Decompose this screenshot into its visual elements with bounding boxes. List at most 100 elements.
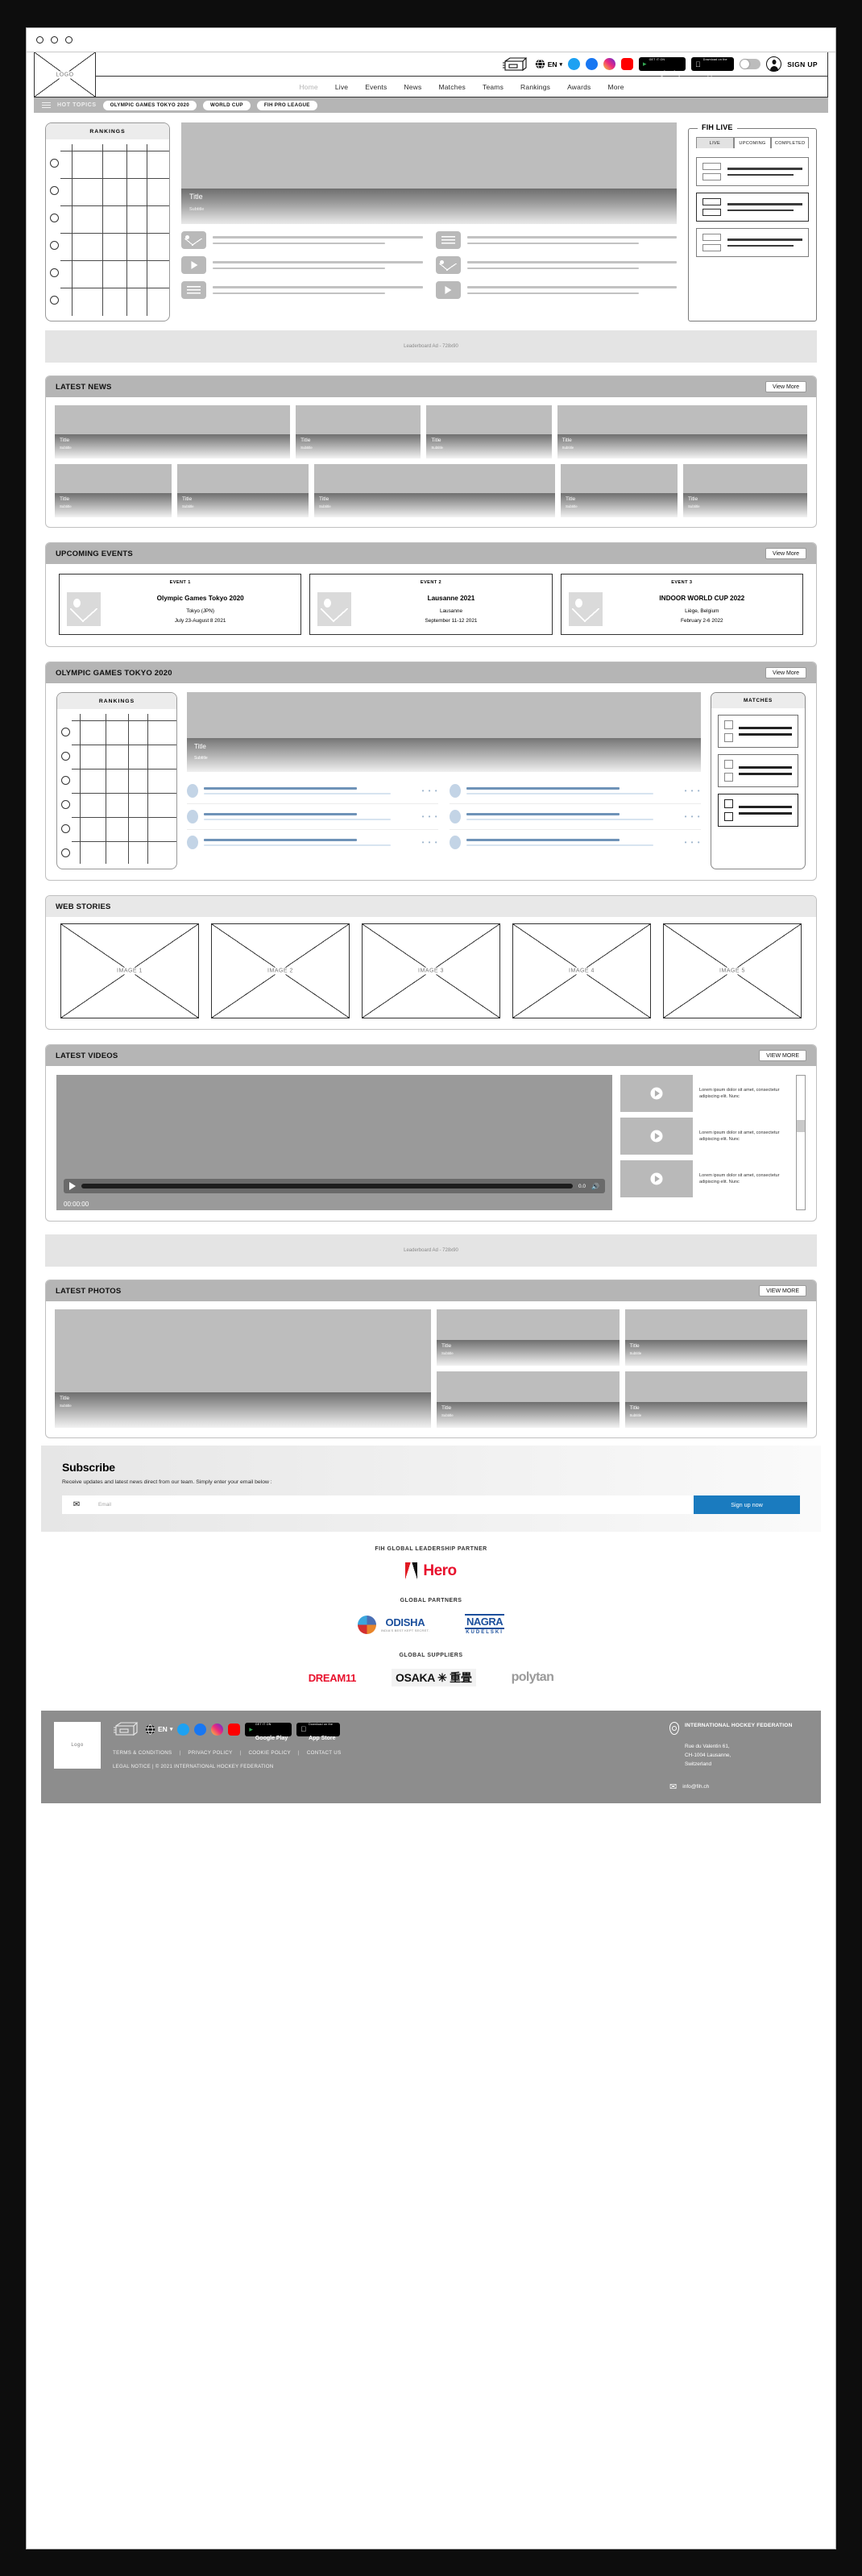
news-tile[interactable]: Title Subtitle bbox=[557, 405, 807, 458]
olympic-view-more[interactable]: View More bbox=[765, 667, 806, 678]
overflow-menu-icon[interactable]: • • • bbox=[422, 787, 438, 794]
play-button-icon[interactable] bbox=[69, 1182, 76, 1190]
footer-email[interactable]: info@fih.ch bbox=[682, 1784, 709, 1790]
photo-tile[interactable]: Title Subtitle bbox=[437, 1371, 620, 1428]
feed-item[interactable] bbox=[435, 231, 677, 249]
news-tile[interactable]: Title Subtitle bbox=[314, 464, 556, 517]
playlist-item[interactable]: Lorem ipsum dolor sit amet, consectetur … bbox=[620, 1118, 788, 1155]
video-player[interactable]: 0.0 🔊 00:00:00 bbox=[56, 1075, 612, 1210]
news-tile[interactable]: Title Subtitle bbox=[682, 464, 807, 517]
upcoming-events-view-more[interactable]: View More bbox=[765, 548, 806, 559]
live-match-row[interactable] bbox=[696, 193, 809, 222]
news-tile[interactable]: Title Subtitle bbox=[176, 464, 309, 517]
news-tile[interactable]: Title Subtitle bbox=[561, 464, 678, 517]
photo-tile[interactable]: Title Subtitle bbox=[624, 1309, 807, 1366]
overflow-menu-icon[interactable]: • • • bbox=[685, 813, 701, 820]
signup-now-button[interactable]: Sign up now bbox=[694, 1495, 800, 1514]
nagra-logo[interactable]: NAGRA KUDELSKI bbox=[464, 1614, 505, 1635]
signup-button[interactable]: SIGN UP bbox=[787, 60, 818, 68]
playlist-item[interactable]: Lorem ipsum dolor sit amet, consectetur … bbox=[620, 1160, 788, 1197]
olympic-list-item[interactable]: • • • bbox=[187, 804, 438, 830]
match-row[interactable] bbox=[718, 754, 798, 787]
olympic-rankings-panel[interactable]: RANKINGS bbox=[56, 692, 177, 869]
footer-link-privacy[interactable]: PRIVACY POLICY bbox=[188, 1750, 232, 1756]
odisha-logo[interactable]: ODISHA INDIA'S BEST KEPT SECRET. bbox=[357, 1615, 429, 1634]
nav-item-rankings[interactable]: Rankings bbox=[520, 83, 550, 91]
photo-tile-large[interactable]: Title Subtitle bbox=[55, 1309, 431, 1428]
web-story[interactable]: IMAGE 3 bbox=[362, 923, 500, 1018]
hero-logo[interactable]: Hero bbox=[405, 1562, 457, 1580]
event-card[interactable]: EVENT 2 Lausanne 2021 Lausanne September… bbox=[309, 574, 553, 635]
overflow-menu-icon[interactable]: • • • bbox=[422, 813, 438, 820]
web-story[interactable]: IMAGE 4 bbox=[512, 923, 651, 1018]
volume-icon[interactable]: 🔊 bbox=[591, 1183, 599, 1190]
feed-item[interactable] bbox=[435, 281, 677, 299]
tab-upcoming[interactable]: UPCOMING bbox=[733, 137, 772, 148]
web-story[interactable]: IMAGE 5 bbox=[663, 923, 802, 1018]
olympic-list-item[interactable]: • • • bbox=[187, 830, 438, 855]
tab-completed[interactable]: COMPLETED bbox=[771, 137, 810, 148]
latest-videos-view-more[interactable]: VIEW MORE bbox=[759, 1050, 806, 1061]
user-avatar-icon[interactable] bbox=[766, 56, 782, 72]
facebook-icon[interactable] bbox=[586, 58, 599, 70]
polytan-logo[interactable]: polytan bbox=[512, 1670, 554, 1685]
instagram-icon[interactable] bbox=[211, 1723, 224, 1736]
olympic-list-item[interactable]: • • • bbox=[450, 830, 701, 855]
feed-item[interactable] bbox=[435, 256, 677, 274]
olympic-list-item[interactable]: • • • bbox=[450, 778, 701, 804]
web-story[interactable]: IMAGE 2 bbox=[211, 923, 350, 1018]
facebook-icon[interactable] bbox=[194, 1723, 207, 1736]
playlist-scrollbar[interactable] bbox=[796, 1075, 806, 1210]
app-store-badge[interactable]:  Download on the App Store bbox=[296, 1722, 340, 1741]
dream11-logo[interactable]: DREAM11 bbox=[309, 1672, 357, 1684]
twitter-icon[interactable] bbox=[177, 1723, 190, 1736]
news-tile[interactable]: Title Subtitle bbox=[296, 405, 421, 458]
footer-link-contact[interactable]: CONTACT US bbox=[307, 1750, 342, 1756]
hamburger-icon[interactable] bbox=[42, 102, 51, 109]
hero-card[interactable]: Title Subtitle bbox=[181, 122, 677, 224]
overflow-menu-icon[interactable]: • • • bbox=[685, 787, 701, 794]
web-story[interactable]: IMAGE 1 bbox=[60, 923, 199, 1018]
feed-item[interactable] bbox=[181, 281, 423, 299]
latest-photos-view-more[interactable]: VIEW MORE bbox=[759, 1285, 806, 1296]
overflow-menu-icon[interactable]: • • • bbox=[422, 839, 438, 846]
event-card[interactable]: EVENT 1 Olympic Games Tokyo 2020 Tokyo (… bbox=[59, 574, 302, 635]
hot-topic-chip-proleague[interactable]: FIH PRO LEAGUE bbox=[256, 100, 317, 110]
window-maximize-dot[interactable] bbox=[65, 36, 73, 44]
google-play-badge[interactable]: ▸ GET IT ON Google Play bbox=[245, 1722, 292, 1741]
photo-tile[interactable]: Title Subtitle bbox=[437, 1309, 620, 1366]
app-store-badge[interactable]:  Download on the App Store bbox=[691, 57, 735, 77]
nav-item-more[interactable]: More bbox=[607, 83, 624, 91]
nav-item-awards[interactable]: Awards bbox=[567, 83, 591, 91]
news-tile[interactable]: Title Subtitle bbox=[55, 464, 172, 517]
footer-link-cookie[interactable]: COOKIE POLICY bbox=[249, 1750, 291, 1756]
overflow-menu-icon[interactable]: • • • bbox=[685, 839, 701, 846]
twitter-icon[interactable] bbox=[568, 58, 581, 70]
google-play-badge[interactable]: ▸ GET IT ON Google Play bbox=[639, 57, 686, 77]
email-input[interactable]: Email bbox=[91, 1495, 694, 1514]
latest-news-view-more[interactable]: View More bbox=[765, 381, 806, 392]
match-row[interactable] bbox=[718, 794, 798, 827]
nav-item-home[interactable]: Home bbox=[299, 83, 317, 91]
footer-logo[interactable]: Logo bbox=[54, 1722, 101, 1769]
olympic-list-item[interactable]: • • • bbox=[187, 778, 438, 804]
language-selector[interactable]: EN ▾ bbox=[535, 59, 562, 69]
news-ticker-icon[interactable] bbox=[502, 56, 529, 72]
leaderboard-ad-mid[interactable]: Leaderboard Ad - 728x90 bbox=[45, 1234, 817, 1267]
nav-item-news[interactable]: News bbox=[404, 83, 421, 91]
nav-item-live[interactable]: Live bbox=[335, 83, 348, 91]
progress-track[interactable] bbox=[81, 1184, 573, 1188]
news-tile[interactable]: Title Subtitle bbox=[55, 405, 291, 458]
hot-topic-chip-worldcup[interactable]: WORLD CUP bbox=[202, 100, 251, 110]
live-match-row[interactable] bbox=[696, 157, 809, 186]
news-tile[interactable]: Title Subtitle bbox=[426, 405, 552, 458]
site-logo[interactable]: LOGO bbox=[35, 52, 96, 97]
feed-item[interactable] bbox=[181, 256, 423, 274]
olympic-hero-card[interactable]: Title Subtitle bbox=[187, 692, 701, 772]
leaderboard-ad-top[interactable]: Leaderboard Ad - 728x90 bbox=[45, 330, 817, 363]
news-ticker-icon[interactable] bbox=[113, 1722, 140, 1736]
window-minimize-dot[interactable] bbox=[51, 36, 58, 44]
match-row[interactable] bbox=[718, 715, 798, 748]
footer-link-terms[interactable]: TERMS & CONDITIONS bbox=[113, 1750, 172, 1756]
feed-item[interactable] bbox=[181, 231, 423, 249]
